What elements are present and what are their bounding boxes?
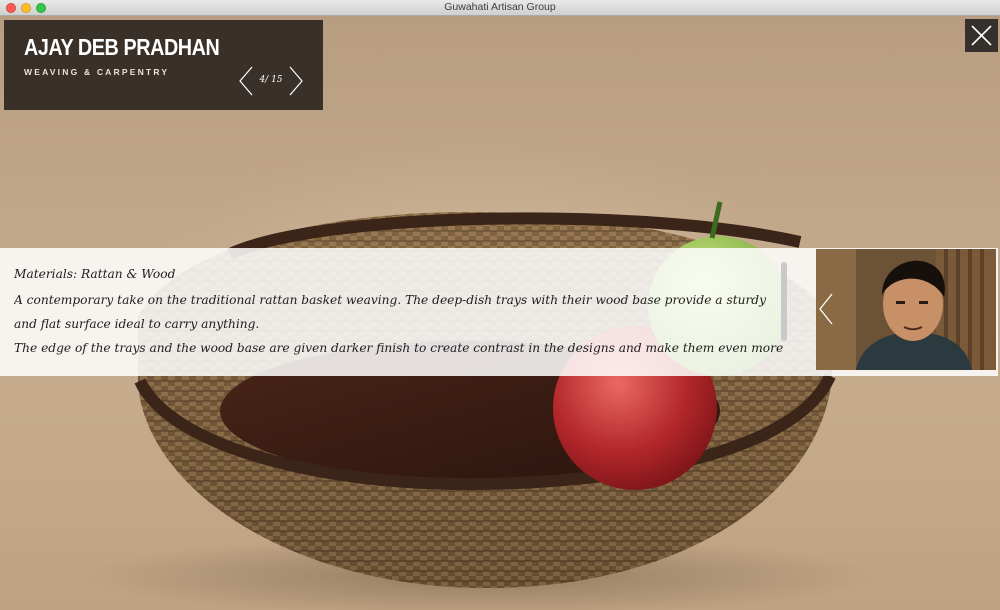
portrait-previous-button[interactable] <box>816 292 836 326</box>
materials-text: Materials: Rattan & Wood <box>14 267 176 281</box>
pager-count: 4/ 15 <box>259 75 283 85</box>
artisan-name: AJAY DEB PRADHAN <box>24 34 220 60</box>
artisan-craft: WEAVING & CARPENTRY <box>24 67 170 77</box>
window-title: Guwahati Artisan Group <box>444 1 556 13</box>
window-titlebar: Guwahati Artisan Group <box>0 0 1000 16</box>
close-button[interactable] <box>965 19 998 52</box>
pager: 4/ 15 <box>238 66 304 96</box>
scrollbar[interactable] <box>781 262 787 341</box>
chevron-left-icon <box>819 293 833 325</box>
description-paragraph-1: A contemporary take on the traditional r… <box>14 293 766 331</box>
product-description[interactable]: Materials: Rattan & Wood A contemporary … <box>14 262 784 368</box>
previous-button[interactable] <box>238 66 254 96</box>
product-info-panel: Materials: Rattan & Wood A contemporary … <box>0 248 998 376</box>
description-paragraph-2: The edge of the trays and the wood base … <box>14 341 784 355</box>
next-button[interactable] <box>288 66 304 96</box>
artisan-portrait <box>816 249 996 370</box>
chevron-right-icon <box>289 66 303 96</box>
chevron-left-icon <box>239 66 253 96</box>
artisan-portrait-image <box>816 249 996 370</box>
artisan-label: AJAY DEB PRADHAN WEAVING & CARPENTRY 4/ … <box>4 20 323 110</box>
close-icon <box>971 25 992 46</box>
